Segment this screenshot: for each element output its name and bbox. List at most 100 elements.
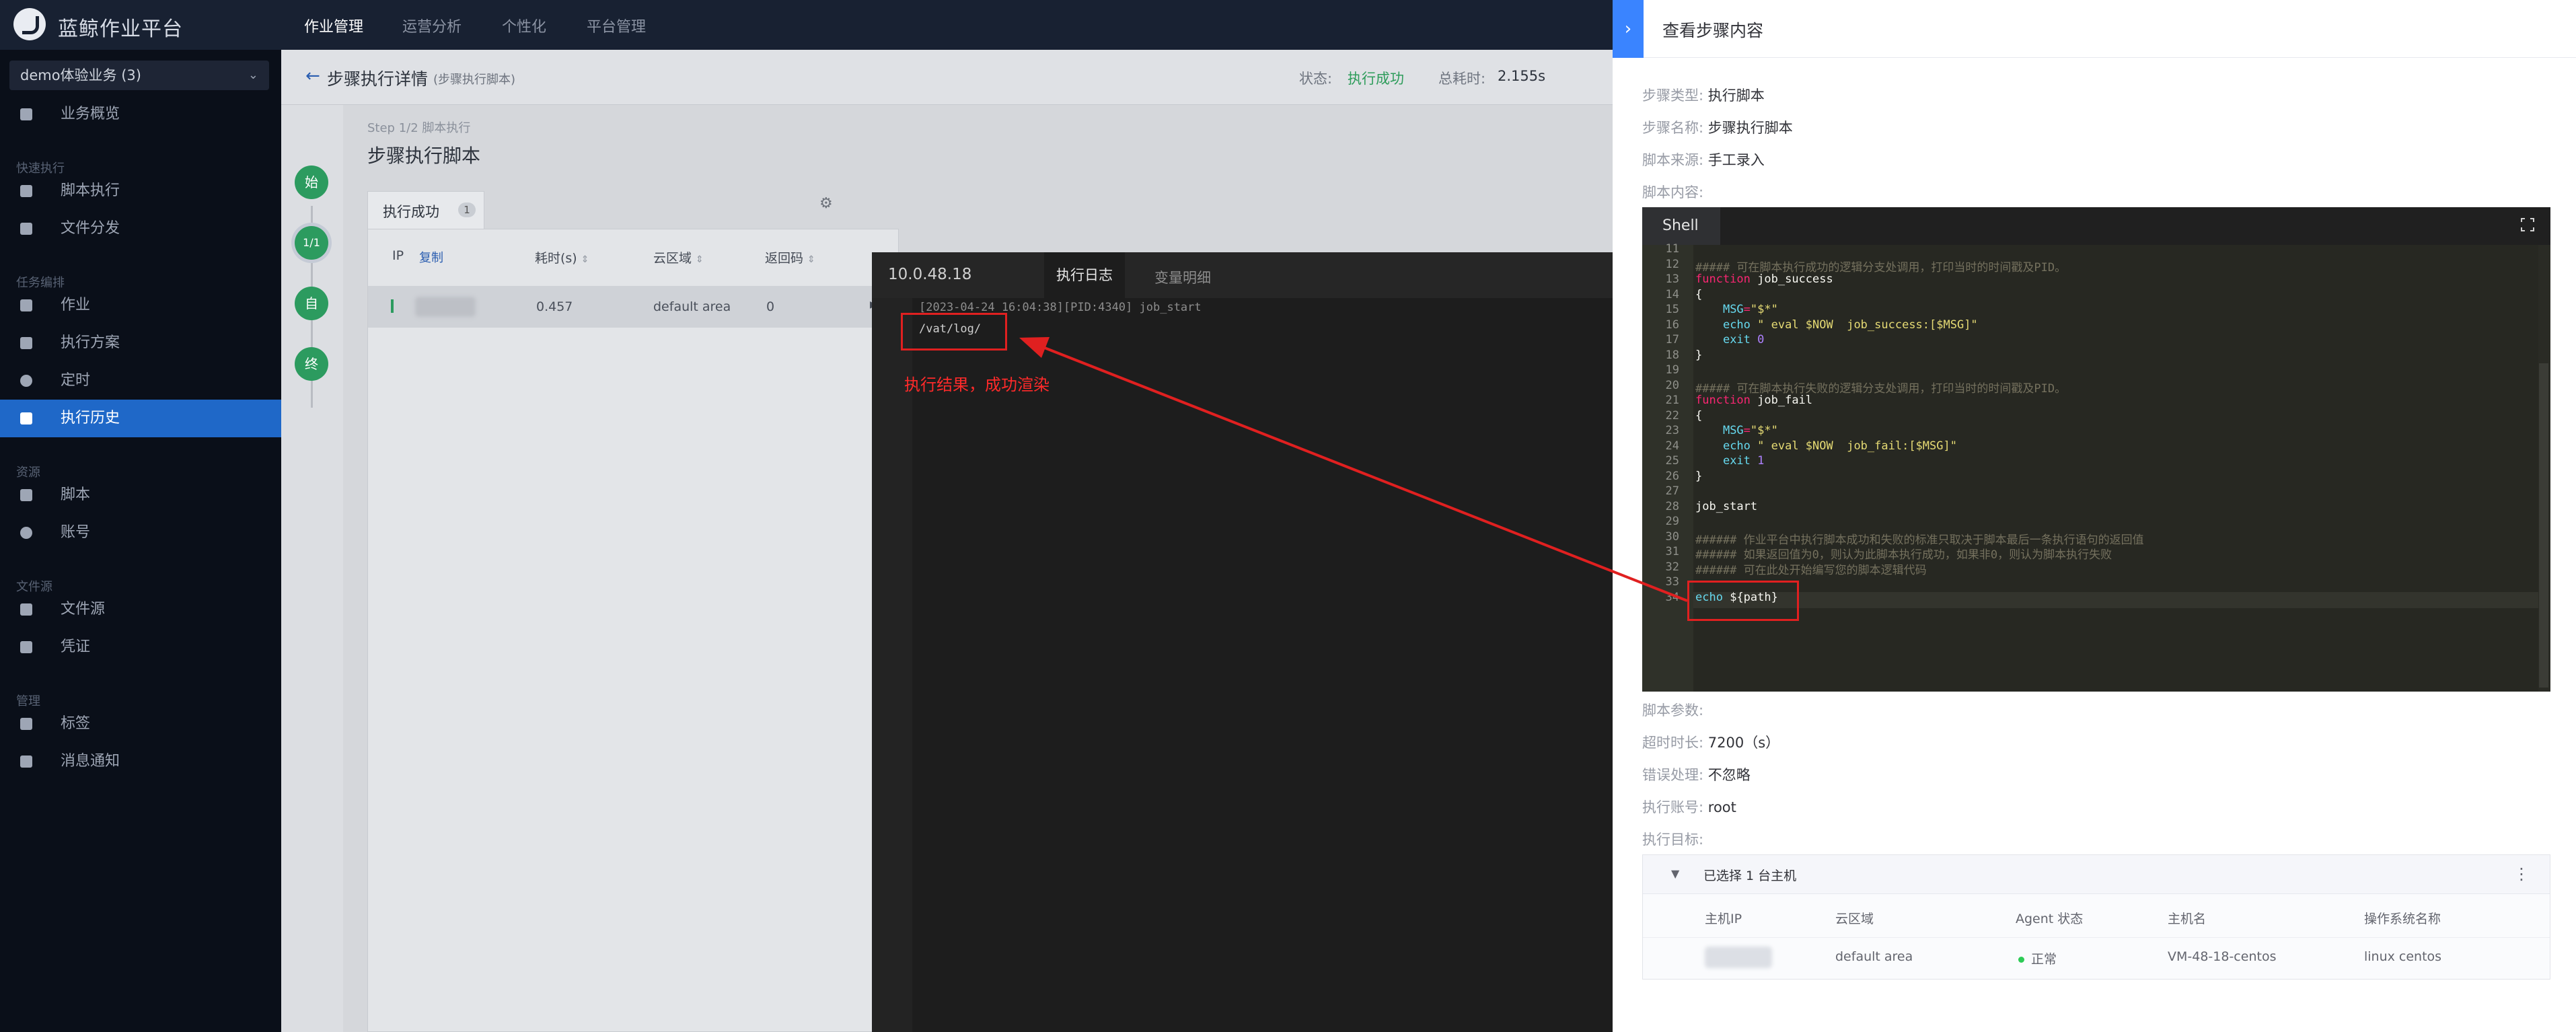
sidebar-item[interactable]: 执行方案 [0,324,281,362]
code-line[interactable]: echo " eval $NOW job_fail:[$MSG]" [1695,439,1957,453]
step-end[interactable]: 终 [295,347,328,381]
col-cloud[interactable]: 云区域 ⇕ [653,248,704,266]
code-line[interactable]: } [1695,348,1702,362]
code-line[interactable]: } [1695,470,1702,483]
drawer-header: › 查看步骤内容 [1613,0,2576,58]
sidebar-item-label: 业务概览 [61,106,120,122]
line-number: 21 [1665,394,1679,407]
field-label: 脚本来源: [1642,152,1704,168]
sidebar-item[interactable]: 执行历史 [0,400,281,437]
step-timeline: 始 1/1 自 终 [281,105,343,1032]
code-line[interactable]: MSG="$*" [1695,424,1778,437]
field-value: 手工录入 [1707,152,1765,168]
sidebar-item[interactable]: 标签 [0,705,281,743]
collapse-triangle-icon[interactable]: ▼ [1671,867,1679,880]
code-line[interactable]: job_start [1695,500,1757,513]
masked-ip [415,297,476,317]
code-line[interactable]: ###### 可在此处开始编写您的脚本逻辑代码 [1695,560,1927,577]
line-number: 15 [1665,303,1679,316]
field-step-type: 步骤类型: 执行脚本 [1642,85,1765,105]
sidebar-item[interactable]: 脚本 [0,476,281,514]
hosts-panel-header[interactable]: ▼ 已选择 1 台主机 ⋮ [1643,855,2550,894]
page-subtitle: (步骤执行脚本) [433,73,516,87]
log-header: 10.0.48.18 执行日志 变量明细 [872,252,1627,298]
nav-platform[interactable]: 平台管理 [587,15,646,36]
fullscreen-icon[interactable] [2520,217,2535,232]
line-number: 23 [1665,424,1679,437]
code-line[interactable]: ##### 可在脚本执行失败的逻辑分支处调用，打印当时的时间戳及PID。 [1695,379,2066,396]
sidebar-item[interactable]: 文件分发 [0,210,281,248]
code-line[interactable]: echo " eval $NOW job_success:[$MSG]" [1695,318,1978,332]
sidebar-item[interactable]: 账号 [0,514,281,552]
drawer-close-chevron-icon[interactable]: › [1613,0,1644,58]
sort-icon: ⇕ [581,254,589,265]
col-code[interactable]: 返回码 ⇕ [765,248,815,266]
tab-exec-log[interactable]: 执行日志 [1044,252,1125,298]
sidebar-item-label: 文件源 [61,601,106,618]
home-icon [20,108,32,120]
code-line[interactable]: exit 1 [1695,454,1764,468]
code-line[interactable]: function job_fail [1695,394,1812,407]
col-time[interactable]: 耗时(s) ⇕ [535,248,589,266]
sidebar-item[interactable]: 作业 [0,287,281,324]
nav-analysis[interactable]: 运营分析 [402,15,462,36]
cell-time: 0.457 [536,299,573,314]
field-step-name: 步骤名称: 步骤执行脚本 [1642,117,1793,137]
col-ip: IP [392,248,404,263]
field-timeout: 超时时长: 7200（s） [1642,732,1779,752]
folder-icon [20,603,32,616]
tab-variables[interactable]: 变量明细 [1154,267,1211,287]
sidebar-item[interactable]: 消息通知 [0,743,281,780]
copy-ip-link[interactable]: 复制 [419,248,443,266]
editor-tab-shell[interactable]: Shell [1642,207,1720,245]
code-line[interactable]: MSG="$*" [1695,303,1778,316]
tab-success[interactable]: 执行成功 1 [367,191,484,229]
step-start[interactable]: 始 [295,165,328,199]
line-number: 25 [1665,454,1679,468]
code-line[interactable]: function job_success [1695,272,1833,286]
step-auto[interactable]: 自 [295,287,328,320]
logo-icon[interactable] [13,8,46,40]
table-row[interactable]: 0.457 default area 0 ▶ [368,286,898,328]
more-menu-icon[interactable]: ⋮ [2513,864,2530,883]
code-line[interactable]: { [1695,409,1702,422]
field-label: 步骤类型: [1642,87,1704,104]
plan-icon [20,337,32,349]
code-line[interactable]: ##### 可在脚本执行成功的逻辑分支处调用，打印当时的时间戳及PID。 [1695,258,2066,274]
step-script[interactable]: 1/1 [295,226,328,260]
settings-gear-icon[interactable]: ⚙ [819,195,833,212]
line-number: 29 [1665,515,1679,528]
nav-personal[interactable]: 个性化 [502,15,546,36]
sidebar-item[interactable]: 文件源 [0,591,281,628]
sidebar-item[interactable]: 业务概览 [0,96,281,133]
code-line[interactable]: ###### 如果返回值为0，则认为此脚本执行成功，如果非0，则认为脚本执行失败 [1695,545,2112,562]
sort-icon: ⇕ [807,254,815,265]
hosts-panel-title: 已选择 1 台主机 [1703,869,1797,883]
code-line[interactable]: { [1695,288,1702,301]
sidebar-item-label: 消息通知 [61,753,120,770]
log-host-ip: 10.0.48.18 [888,266,972,283]
back-arrow-icon[interactable]: ← [305,66,320,86]
field-label: 步骤名称: [1642,120,1704,136]
sidebar-item[interactable]: 定时 [0,362,281,400]
page-title: 步骤执行详情 [327,69,429,89]
code-line[interactable]: exit 0 [1695,333,1764,346]
brand-name[interactable]: 蓝鲸作业平台 [58,12,183,42]
sidebar-item[interactable]: 凭证 [0,628,281,666]
col-agent-status: Agent 状态 [2016,912,2084,926]
step-number: Step 1/2 脚本执行 [367,121,471,135]
editor-scroll-thumb[interactable] [2539,363,2548,688]
line-number: 34 [1665,590,1679,604]
field-exec-target: 执行目标: [1642,829,1703,849]
line-number: 32 [1665,560,1679,574]
job-icon [20,299,32,311]
field-exec-account: 执行账号: root [1642,797,1736,817]
line-number: 19 [1665,363,1679,377]
code-line[interactable]: ###### 作业平台中执行脚本成功和失败的标准只取决于脚本最后一条执行语句的返… [1695,530,2144,547]
nav-job-manage[interactable]: 作业管理 [304,15,363,36]
sidebar-item[interactable]: 脚本执行 [0,172,281,210]
total-time-value: 2.155s [1498,68,1546,84]
line-number: 28 [1665,499,1679,513]
account-icon [20,527,32,539]
business-select[interactable]: demo体验业务 (3) ⌄ [9,61,269,90]
